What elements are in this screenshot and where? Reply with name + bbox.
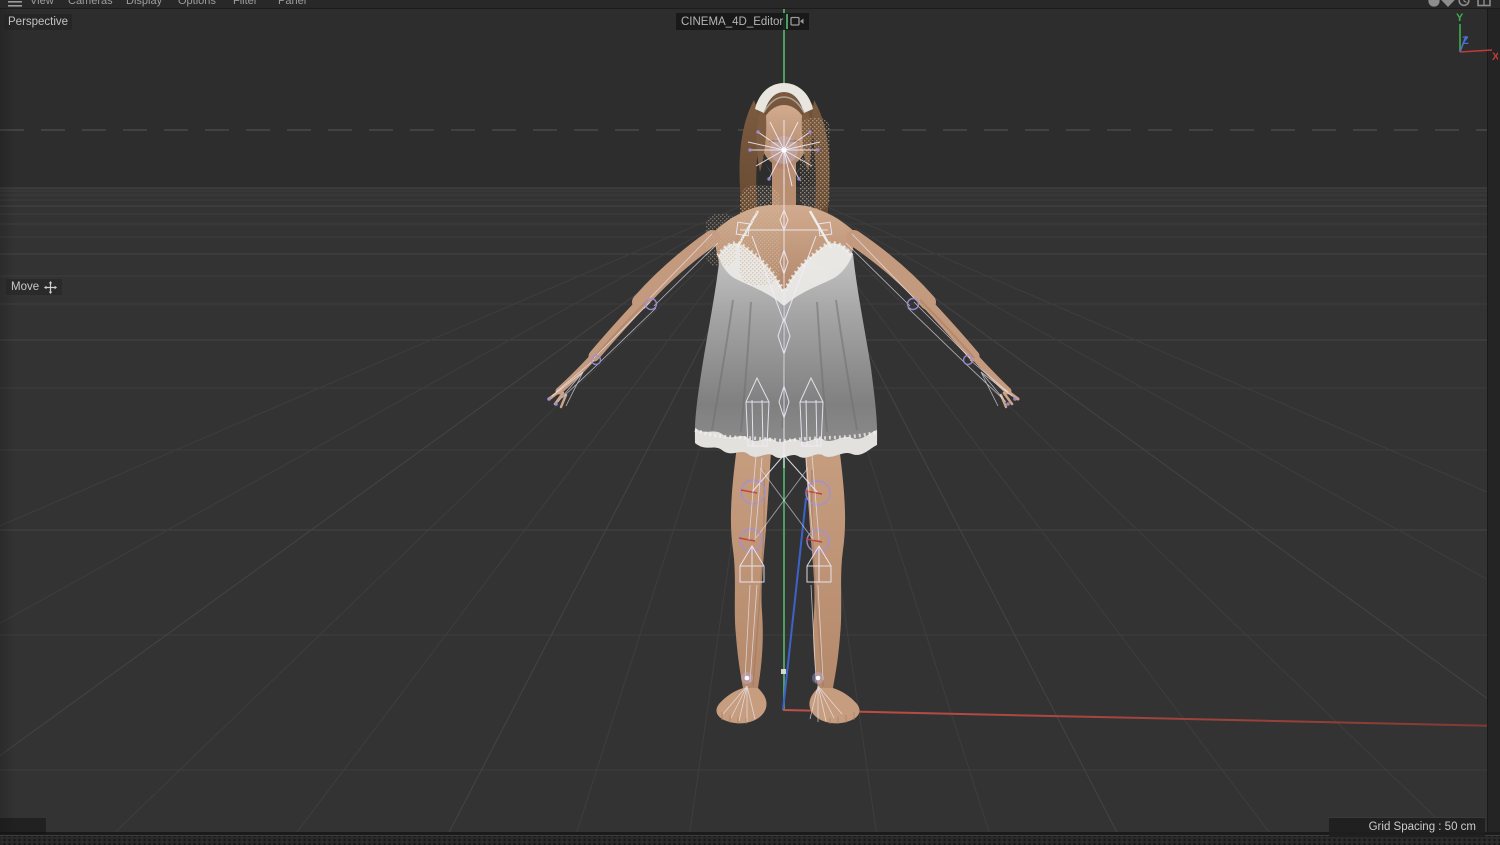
heart-icon[interactable]	[1441, 0, 1455, 7]
axis-gizmo: Y Z X	[1456, 12, 1498, 62]
menu-item-view[interactable]: View	[30, 0, 54, 7]
axis-handle-dot[interactable]	[781, 669, 786, 674]
gizmo-z-label: Z	[1462, 35, 1469, 47]
viewport-left-shade	[0, 8, 15, 832]
tool-hint-text: Move	[11, 281, 40, 293]
gizmo-x-label: X	[1492, 51, 1498, 62]
c4d-viewport-window: { "window": { "menu_items": ["View", "Ca…	[0, 0, 1500, 845]
grid-spacing-status: Grid Spacing : 50 cm	[1328, 817, 1485, 837]
y-axis-passthrough	[786, 14, 789, 29]
menu-item-cameras[interactable]: Cameras	[68, 0, 113, 7]
camera-label: CINEMA_4D_Editor	[676, 13, 810, 30]
panel-right-border	[1487, 8, 1500, 835]
panel-corner-block	[0, 818, 46, 834]
menu-item-filter[interactable]: Filter	[233, 0, 257, 7]
menu-item-panel[interactable]: Panel	[278, 0, 306, 7]
active-tool-hint: Move	[6, 279, 63, 295]
hamburger-menu-icon[interactable]	[8, 0, 24, 8]
camera-tag-icon[interactable]	[790, 16, 804, 27]
view-projection-label: Perspective	[4, 14, 73, 30]
viewport-menubar: View Cameras Display Options Filter Pane…	[0, 0, 1500, 9]
menu-item-display[interactable]: Display	[126, 0, 162, 7]
move-tool-icon	[44, 280, 58, 294]
gizmo-y-label: Y	[1456, 12, 1464, 24]
viewport-canvas[interactable]	[0, 0, 1500, 844]
menu-item-options[interactable]: Options	[178, 0, 216, 7]
sphere-icon[interactable]	[1428, 0, 1440, 7]
panel-window-icon[interactable]	[1477, 0, 1491, 7]
camera-label-text: CINEMA_4D_Editor	[681, 15, 784, 28]
